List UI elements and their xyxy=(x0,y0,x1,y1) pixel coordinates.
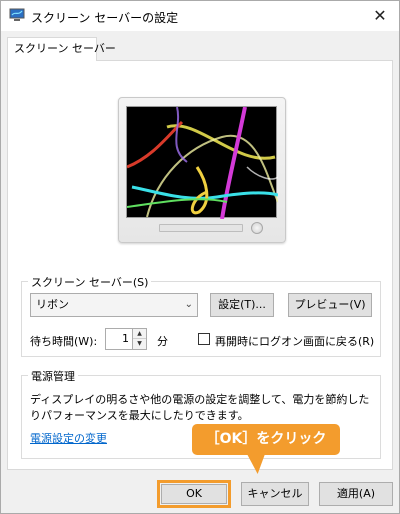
close-icon: ✕ xyxy=(373,6,387,25)
triangle-up-icon[interactable]: ▲ xyxy=(133,329,146,339)
chevron-down-icon: ⌄ xyxy=(184,299,193,310)
tab-panel: スクリーン セーバー(S) リボン ⌄ 設定(T)... プレビュー(V) 待ち… xyxy=(7,60,393,470)
power-settings-link[interactable]: 電源設定の変更 xyxy=(30,430,107,446)
settings-button[interactable]: 設定(T)... xyxy=(210,293,274,317)
screensaver-select[interactable]: リボン ⌄ xyxy=(30,293,198,317)
power-description-line2: りパフォーマンスを最大にしたりできます。 xyxy=(30,409,249,422)
wait-time-stepper[interactable]: ▲ ▼ xyxy=(133,328,147,350)
tab-screensaver[interactable]: スクリーン セーバー xyxy=(7,37,116,61)
wait-time-input[interactable]: 1 xyxy=(105,328,133,350)
screensaver-settings-dialog: スクリーン セーバーの設定 ✕ スクリーン セーバー スクリーン セーバー(S)… xyxy=(0,0,400,514)
screensaver-select-value: リボン xyxy=(36,298,69,311)
power-description-line1: ディスプレイの明るさや他の電源の設定を調整して、電力を節約した xyxy=(30,393,370,406)
wait-time-label: 待ち時間(W): xyxy=(30,335,98,348)
screensaver-group-label: スクリーン セーバー(S) xyxy=(28,274,152,290)
ribbons-preview-image xyxy=(126,106,279,220)
callout-text: ［OK］をクリック xyxy=(205,431,327,447)
triangle-down-icon[interactable]: ▼ xyxy=(133,339,146,349)
monitor-power-knob xyxy=(251,222,263,234)
monitor-screensaver-icon xyxy=(9,8,25,21)
ok-button-highlight xyxy=(157,480,231,508)
preview-monitor xyxy=(118,97,286,243)
close-button[interactable]: ✕ xyxy=(369,5,391,27)
power-group-label: 電源管理 xyxy=(28,368,78,384)
title-bar: スクリーン セーバーの設定 ✕ xyxy=(1,1,399,31)
resume-logon-checkbox[interactable] xyxy=(198,333,210,345)
instruction-callout: ［OK］をクリック xyxy=(192,424,340,455)
preview-button[interactable]: プレビュー(V) xyxy=(288,293,372,317)
resume-logon-label[interactable]: 再開時にログオン画面に戻る(R) xyxy=(215,333,374,349)
cancel-button[interactable]: キャンセル xyxy=(241,482,309,506)
screensaver-group: スクリーン セーバー(S) リボン ⌄ 設定(T)... プレビュー(V) 待ち… xyxy=(21,274,381,357)
monitor-slot xyxy=(159,224,243,232)
wait-time-unit: 分 xyxy=(157,335,168,348)
tab-label: スクリーン セーバー xyxy=(14,42,116,55)
preview-screen xyxy=(126,106,279,220)
apply-button[interactable]: 適用(A) xyxy=(319,482,393,506)
window-title: スクリーン セーバーの設定 xyxy=(31,11,179,25)
